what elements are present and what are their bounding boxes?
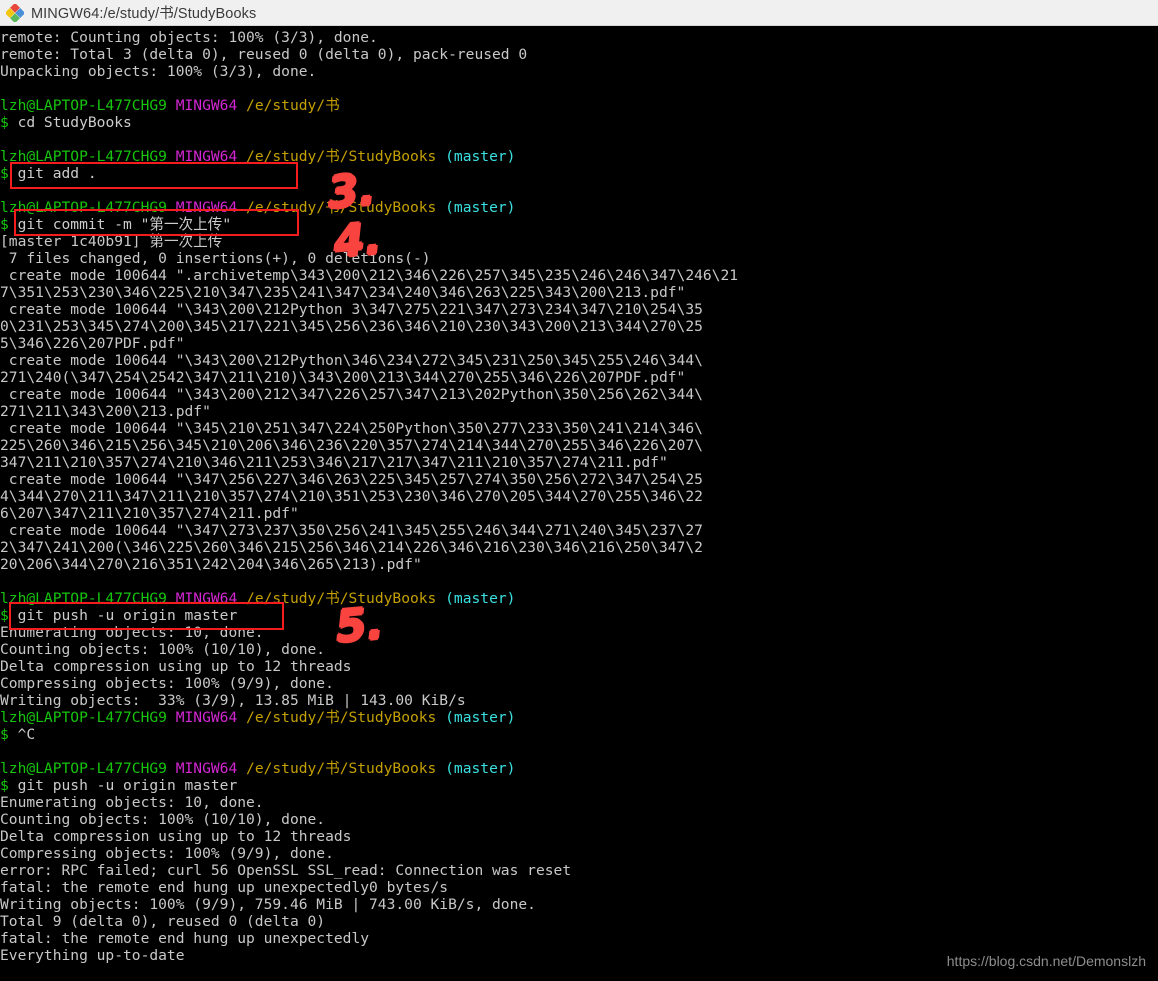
terminal-output-line: Compressing objects: 100% (9/9), done. [0,845,334,862]
terminal-output-line: 2\347\241\200(\346\225\260\346\215\256\3… [0,539,703,556]
terminal-output-line: [master 1c40b91] 第一次上传 [0,233,223,250]
command-text: git add . [17,165,97,182]
terminal-window: MINGW64:/e/study/书/StudyBooks remote: Co… [0,0,1158,981]
prompt-shell-name: MINGW64 [175,590,247,607]
prompt-symbol: $ [0,114,18,131]
command-text: ^C [17,726,36,743]
terminal-command-line: $ git add . [0,165,1158,182]
prompt-git-branch: (master) [436,709,516,726]
terminal-output-line: create mode 100644 "\343\200\212Python\3… [0,352,703,369]
prompt-shell-name: MINGW64 [175,709,247,726]
terminal-output-line: fatal: the remote end hung up unexpected… [0,930,370,947]
prompt-user-host: lzh@LAPTOP-L477CHG9 [0,97,176,114]
terminal-output-line: Unpacking objects: 100% (3/3), done. [0,63,317,80]
command-text: cd StudyBooks [17,114,132,131]
terminal-output-line: 7\351\253\230\346\225\210\347\235\241\34… [0,284,686,301]
prompt-user-host: lzh@LAPTOP-L477CHG9 [0,148,176,165]
terminal-output-line: create mode 100644 ".archivetemp\343\200… [0,267,739,284]
terminal-output-line: 225\260\346\215\256\345\210\206\346\236\… [0,437,703,454]
terminal-output-line: Counting objects: 100% (10/10), done. [0,641,326,658]
terminal-output-line: remote: Counting objects: 100% (3/3), do… [0,29,378,46]
terminal-output-line: fatal: the remote end hung up unexpected… [0,879,449,896]
terminal-output-line: 7 files changed, 0 insertions(+), 0 dele… [0,250,431,267]
prompt-symbol: $ [0,777,18,794]
terminal-command-line: $ ^C [0,726,1158,743]
terminal-output-line: error: RPC failed; curl 56 OpenSSL SSL_r… [0,862,572,879]
terminal-output-line: create mode 100644 "\343\200\212\347\226… [0,386,703,403]
prompt-symbol: $ [0,216,18,233]
prompt-path: /e/study/书/StudyBooks [246,199,437,216]
watermark-url: https://blog.csdn.net/Demonslzh [946,953,1146,969]
terminal-output-line: Writing objects: 100% (9/9), 759.46 MiB … [0,896,536,913]
prompt-path: /e/study/书 [246,97,340,114]
command-text: git push -u origin master [17,607,238,624]
terminal-output-line: 271\240(\347\254\2542\347\211\210)\343\2… [0,369,686,386]
prompt-user-host: lzh@LAPTOP-L477CHG9 [0,199,176,216]
terminal-output-line: 6\207\347\211\210\357\274\211.pdf" [0,505,299,522]
prompt-git-branch: (master) [436,590,516,607]
terminal-command-line: $ cd StudyBooks [0,114,1158,131]
terminal-prompt-line: lzh@LAPTOP-L477CHG9 MINGW64 /e/study/书/S… [0,199,1158,216]
prompt-git-branch: (master) [436,760,516,777]
prompt-path: /e/study/书/StudyBooks [246,709,437,726]
terminal-prompt-line: lzh@LAPTOP-L477CHG9 MINGW64 /e/study/书/S… [0,709,1158,726]
command-text: git push -u origin master [17,777,238,794]
terminal-output-line: create mode 100644 "\343\200\212Python 3… [0,301,703,318]
prompt-path: /e/study/书/StudyBooks [246,590,437,607]
terminal-output-line: create mode 100644 "\345\210\251\347\224… [0,420,703,437]
terminal-prompt-line: lzh@LAPTOP-L477CHG9 MINGW64 /e/study/书/S… [0,590,1158,607]
window-titlebar: MINGW64:/e/study/书/StudyBooks [0,0,1158,26]
prompt-shell-name: MINGW64 [175,760,247,777]
terminal-prompt-line: lzh@LAPTOP-L477CHG9 MINGW64 /e/study/书 [0,97,1158,114]
terminal-output-line: Writing objects: 33% (3/9), 13.85 MiB | … [0,692,466,709]
prompt-shell-name: MINGW64 [175,97,247,114]
terminal-output-line: 20\206\344\270\216\351\242\204\346\265\2… [0,556,422,573]
prompt-path: /e/study/书/StudyBooks [246,760,437,777]
command-text: git commit -m "第一次上传" [17,216,232,233]
terminal-output-line: 347\211\210\357\274\210\346\211\253\346\… [0,454,668,471]
prompt-symbol: $ [0,165,18,182]
terminal-output-line: create mode 100644 "\347\256\227\346\263… [0,471,703,488]
terminal-prompt-line: lzh@LAPTOP-L477CHG9 MINGW64 /e/study/书/S… [0,148,1158,165]
terminal-command-line: $ git commit -m "第一次上传" [0,216,1158,233]
prompt-shell-name: MINGW64 [175,148,247,165]
terminal-output-line: Total 9 (delta 0), reused 0 (delta 0) [0,913,326,930]
prompt-shell-name: MINGW64 [175,199,247,216]
prompt-path: /e/study/书/StudyBooks [246,148,437,165]
terminal-output-line: 271\211\343\200\213.pdf" [0,403,211,420]
prompt-user-host: lzh@LAPTOP-L477CHG9 [0,709,176,726]
prompt-symbol: $ [0,607,18,624]
terminal-output-line: Delta compression using up to 12 threads [0,658,352,675]
terminal-output-line: 5\346\226\207PDF.pdf" [0,335,185,352]
prompt-user-host: lzh@LAPTOP-L477CHG9 [0,760,176,777]
terminal-output-line: Compressing objects: 100% (9/9), done. [0,675,334,692]
terminal-output-line: 4\344\270\211\347\211\210\357\274\210\35… [0,488,703,505]
terminal-output-line: remote: Total 3 (delta 0), reused 0 (del… [0,46,528,63]
terminal-output-line: Enumerating objects: 10, done. [0,794,264,811]
terminal-output-line: Counting objects: 100% (10/10), done. [0,811,326,828]
terminal-body[interactable]: remote: Counting objects: 100% (3/3), do… [0,26,1158,981]
terminal-command-line: $ git push -u origin master [0,777,1158,794]
prompt-user-host: lzh@LAPTOP-L477CHG9 [0,590,176,607]
window-title: MINGW64:/e/study/书/StudyBooks [31,6,257,22]
terminal-output-line: Enumerating objects: 10, done. [0,624,264,641]
terminal-command-line: $ git push -u origin master [0,607,1158,624]
prompt-git-branch: (master) [436,199,516,216]
terminal-output: remote: Counting objects: 100% (3/3), do… [0,29,1158,964]
terminal-output-line: 0\231\253\345\274\200\345\217\221\345\25… [0,318,703,335]
prompt-symbol: $ [0,726,18,743]
terminal-output-line: Delta compression using up to 12 threads [0,828,352,845]
mingw-diamond-icon [4,2,26,23]
terminal-output-line: create mode 100644 "\347\273\237\350\256… [0,522,703,539]
prompt-git-branch: (master) [436,148,516,165]
terminal-prompt-line: lzh@LAPTOP-L477CHG9 MINGW64 /e/study/书/S… [0,760,1158,777]
